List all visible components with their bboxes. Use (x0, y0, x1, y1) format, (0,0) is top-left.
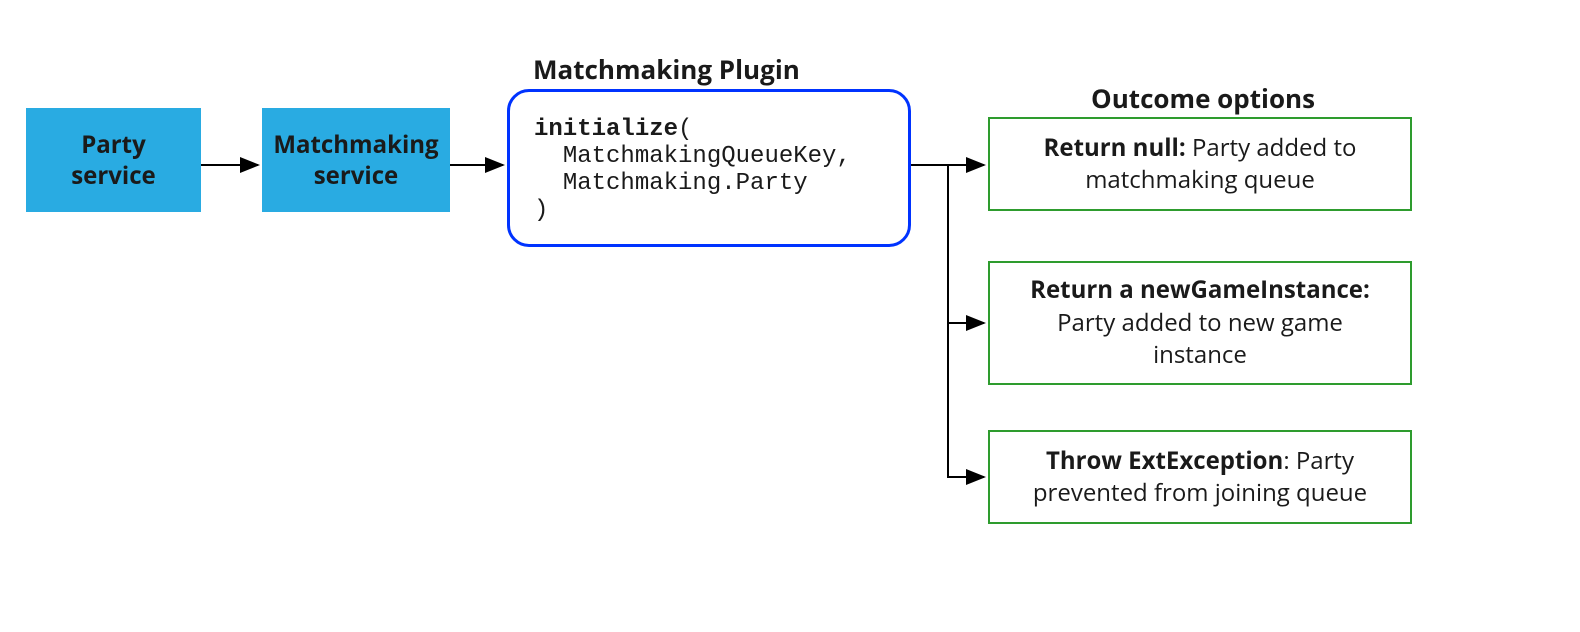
outcome-2-text: Return a newGameInstance: Party added to… (1008, 274, 1392, 371)
plugin-arg2: Matchmaking.Party (534, 170, 884, 197)
outcome-options-title: Outcome options (1091, 80, 1315, 116)
outcome-new-game-instance-box: Return a newGameInstance: Party added to… (988, 261, 1412, 385)
matchmaking-plugin-box: initialize( MatchmakingQueueKey, Matchma… (507, 89, 911, 247)
plugin-fn-name: initialize (534, 116, 678, 143)
party-service-label: Party service (71, 129, 156, 191)
arrow-plugin-to-outcome2 (948, 165, 984, 323)
plugin-fn-line: initialize( (534, 110, 884, 143)
outcome-return-null-box: Return null: Party added to matchmaking … (988, 117, 1412, 211)
matchmaking-plugin-title: Matchmaking Plugin (533, 51, 800, 87)
matchmaking-service-box: Matchmaking service (262, 108, 450, 212)
plugin-paren-open: ( (678, 116, 692, 143)
plugin-arg1: MatchmakingQueueKey, (534, 143, 884, 170)
party-service-box: Party service (26, 108, 201, 212)
matchmaking-service-label: Matchmaking service (273, 129, 438, 191)
arrow-plugin-to-outcome3 (948, 323, 984, 477)
outcome-1-text: Return null: Party added to matchmaking … (1008, 132, 1392, 197)
outcome-3-text: Throw ExtException: Party prevented from… (1008, 445, 1392, 510)
outcome-throw-exception-box: Throw ExtException: Party prevented from… (988, 430, 1412, 524)
plugin-paren-close: ) (534, 197, 884, 224)
